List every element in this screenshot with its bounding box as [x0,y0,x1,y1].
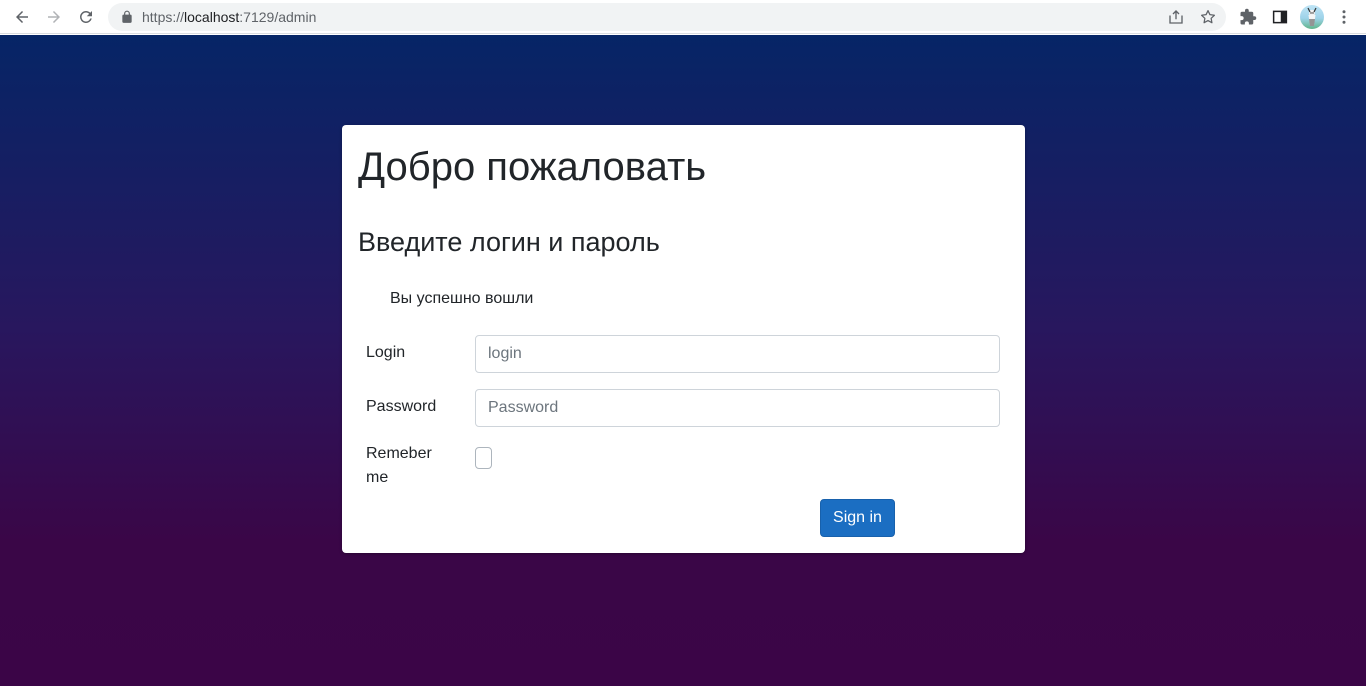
address-bar[interactable]: https://localhost:7129/admin [108,3,1226,31]
status-message: Вы успешно вошли [390,290,534,307]
side-panel-button[interactable] [1267,4,1293,30]
url-path: :7129/admin [239,9,317,25]
kebab-menu-icon [1342,10,1346,24]
url-scheme: https:// [142,9,185,25]
page-background: Добро пожаловать Введите логин и пароль … [0,35,1366,686]
url-host: localhost [184,9,240,25]
reload-icon [79,10,92,23]
puzzle-icon [1240,8,1257,25]
url-text[interactable]: https://localhost:7129/admin [142,3,316,31]
lock-icon[interactable] [120,10,134,24]
side-panel-icon [1272,10,1288,24]
login-input[interactable] [475,335,1000,373]
back-button[interactable] [9,4,35,30]
login-label: Login [366,344,406,361]
remember-me-label: Remeber me [366,442,432,490]
profile-avatar[interactable] [1300,5,1324,29]
share-icon[interactable] [1167,8,1185,26]
reload-button[interactable] [73,4,99,30]
browser-toolbar: https://localhost:7129/admin [0,0,1366,34]
page-title: Добро пожаловать [358,145,707,189]
login-subtitle: Введите логин и пароль [358,227,660,257]
remember-me-checkbox[interactable] [475,447,492,469]
arrow-left-icon [16,11,28,23]
sign-in-button[interactable]: Sign in [820,499,895,537]
login-card: Добро пожаловать Введите логин и пароль … [342,125,1025,553]
browser-menu-button[interactable] [1331,4,1357,30]
forward-button[interactable] [41,4,67,30]
extensions-button[interactable] [1235,4,1261,30]
password-label: Password [366,398,437,415]
profile-picture-icon [1307,7,1317,26]
password-input[interactable] [475,389,1000,427]
arrow-right-icon [48,11,60,23]
remember-me-label-line2: me [366,469,389,486]
remember-me-label-line1: Remeber [366,445,432,462]
star-icon[interactable] [1199,8,1217,26]
